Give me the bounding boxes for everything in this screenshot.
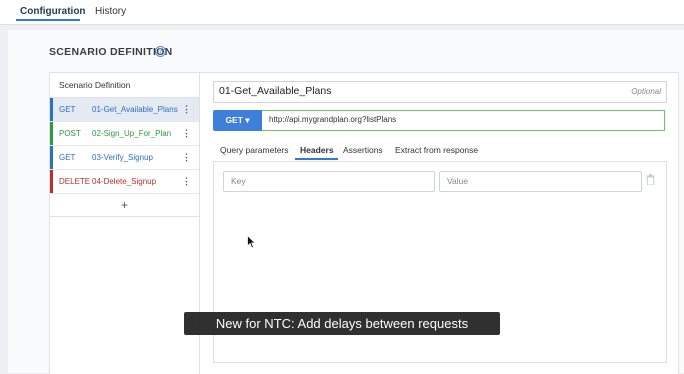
- top-tab-bar: Configuration History: [0, 0, 684, 25]
- request-name-value: 01-Get_Available_Plans: [219, 85, 332, 97]
- tab-assertions[interactable]: Assertions: [343, 145, 383, 155]
- more-vertical-icon[interactable]: ⋮: [182, 122, 191, 145]
- key-placeholder: Key: [231, 176, 246, 186]
- method-color-bar: [50, 170, 53, 193]
- method-color-bar: [50, 122, 53, 145]
- list-item[interactable]: DELETE 04-Delete_Signup ⋮: [50, 170, 199, 194]
- active-subtab-indicator: [295, 158, 338, 160]
- trash-icon[interactable]: [646, 174, 655, 185]
- method-color-bar: [50, 98, 53, 121]
- question-circle-icon[interactable]: ?: [155, 46, 166, 57]
- tab-headers[interactable]: Headers: [300, 145, 334, 155]
- active-tab-indicator: [16, 19, 80, 21]
- request-name: 02-Sign_Up_For_Plan: [92, 129, 172, 138]
- more-vertical-icon[interactable]: ⋮: [182, 98, 191, 121]
- request-method: POST: [59, 129, 81, 138]
- header-value-input[interactable]: Value: [439, 171, 642, 192]
- scenario-list: Scenario Definition GET 01-Get_Available…: [49, 72, 200, 374]
- more-vertical-icon[interactable]: ⋮: [182, 146, 191, 169]
- more-vertical-icon[interactable]: ⋮: [182, 170, 191, 193]
- request-name: 03-Verify_Signup: [92, 153, 153, 162]
- request-name: 01-Get_Available_Plans: [92, 105, 178, 114]
- tab-extract-from-response[interactable]: Extract from response: [395, 145, 478, 155]
- url-value: http://api.mygrandplan.org?listPlans: [269, 115, 397, 124]
- request-name: 04-Delete_Signup: [92, 177, 157, 186]
- video-caption: New for NTC: Add delays between requests: [184, 312, 500, 335]
- list-item[interactable]: GET 03-Verify_Signup ⋮: [50, 146, 199, 170]
- value-placeholder: Value: [447, 176, 469, 186]
- request-name-field[interactable]: 01-Get_Available_Plans Optional: [213, 81, 667, 103]
- list-item[interactable]: GET 01-Get_Available_Plans ⋮: [50, 98, 199, 122]
- request-method: GET: [59, 105, 76, 114]
- method-dropdown-button[interactable]: GET ▾: [213, 110, 262, 131]
- url-input[interactable]: http://api.mygrandplan.org?listPlans: [262, 110, 665, 131]
- scenario-list-header: Scenario Definition: [50, 73, 199, 98]
- add-request-button[interactable]: +: [50, 194, 199, 217]
- mouse-cursor-icon: [247, 235, 256, 249]
- method-color-bar: [50, 146, 53, 169]
- tab-query-parameters[interactable]: Query parameters: [220, 145, 289, 155]
- request-method: GET: [59, 153, 76, 162]
- section-title: SCENARIO DEFINITION: [49, 46, 173, 58]
- tab-configuration[interactable]: Configuration: [20, 6, 86, 17]
- optional-hint: Optional: [631, 87, 661, 96]
- list-item[interactable]: POST 02-Sign_Up_For_Plan ⋮: [50, 122, 199, 146]
- request-method: DELETE: [59, 177, 91, 186]
- header-key-input[interactable]: Key: [223, 171, 435, 192]
- tab-history[interactable]: History: [95, 6, 126, 17]
